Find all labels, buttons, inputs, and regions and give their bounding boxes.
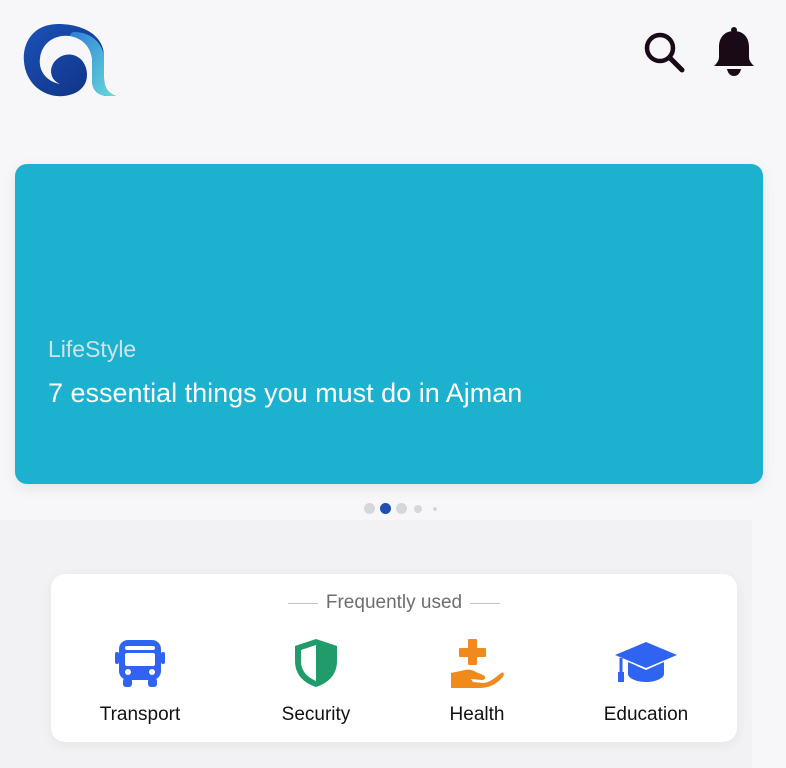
banner-title: 7 essential things you must do in Ajman — [48, 378, 523, 408]
service-label-security: Security — [281, 704, 351, 725]
bus-icon — [108, 636, 172, 690]
search-button[interactable] — [640, 26, 688, 82]
carousel-dot-active[interactable] — [380, 503, 391, 514]
service-education[interactable]: Education — [571, 636, 721, 732]
search-icon — [642, 30, 686, 79]
bell-icon — [712, 26, 756, 82]
service-label-education: Education — [603, 704, 689, 725]
service-transport[interactable]: Transport — [65, 636, 215, 732]
carousel-dot[interactable] — [433, 507, 437, 511]
banner-category: LifeStyle — [48, 336, 137, 362]
graduation-cap-icon — [614, 636, 678, 690]
carousel-dot[interactable] — [396, 503, 407, 514]
divider-line — [287, 602, 318, 604]
carousel-dot[interactable] — [414, 505, 422, 513]
frequently-used-card: Frequently used Transport Security Healt… — [51, 574, 737, 742]
health-hand-icon — [445, 636, 509, 690]
divider-line — [470, 602, 501, 604]
featured-banner[interactable]: LifeStyle 7 essential things you must do… — [15, 164, 763, 484]
carousel-dot[interactable] — [364, 503, 375, 514]
service-label-transport: Transport — [99, 704, 181, 725]
shield-icon — [284, 636, 348, 690]
app-logo[interactable] — [20, 20, 118, 100]
frequently-used-header: Frequently used — [51, 592, 737, 614]
service-label-health: Health — [449, 704, 505, 725]
service-security[interactable]: Security — [241, 636, 391, 732]
notifications-button[interactable] — [710, 26, 758, 82]
carousel-indicator — [0, 501, 786, 515]
app-header — [0, 0, 786, 130]
service-health[interactable]: Health — [402, 636, 552, 732]
frequently-used-title: Frequently used — [325, 592, 463, 613]
